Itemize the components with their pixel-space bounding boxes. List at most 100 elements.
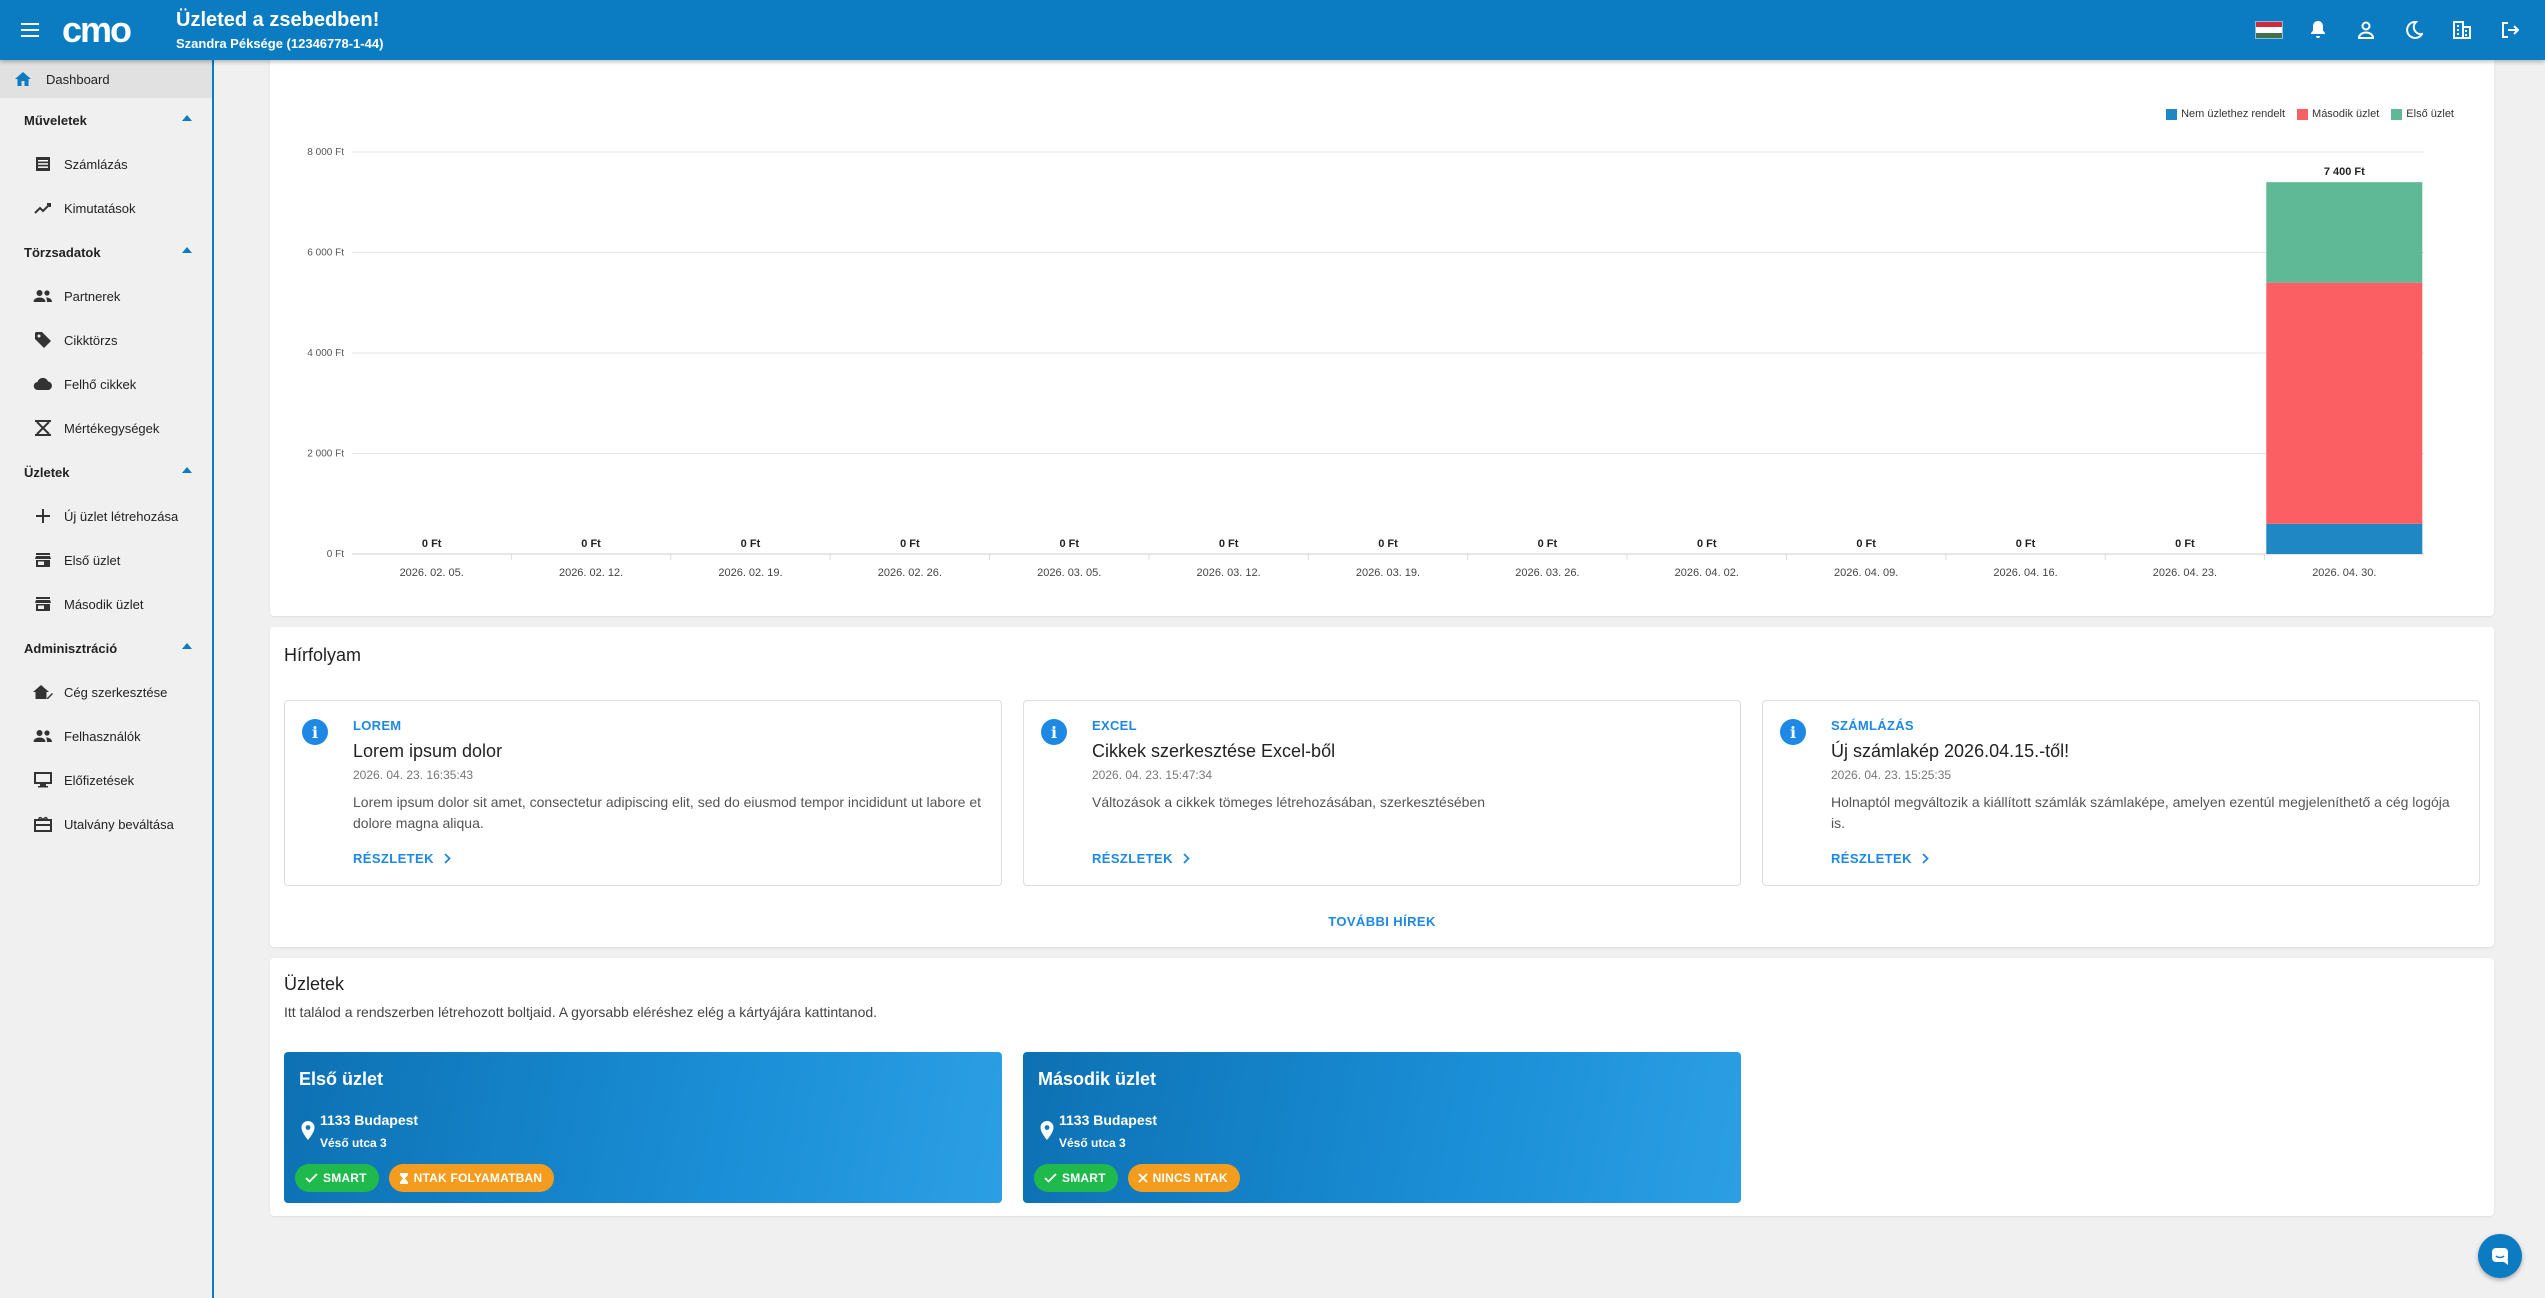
chevron-up-icon [182,247,192,253]
x-tick-label: 2026. 04. 16. [1993,567,2057,579]
store-icon [32,549,54,571]
news-date: 2026. 04. 23. 15:25:35 [1831,768,1952,782]
sidebar-item-kimutatasok[interactable]: Kimutatások [0,186,212,230]
sidebar: Dashboard Műveletek Számlázás Kimutatáso… [0,60,214,1298]
status-badge-ntak: NTAK FOLYAMATBAN [388,1164,555,1192]
x-tick-label: 2026. 02. 26. [878,567,942,579]
news-details-link[interactable]: RÉSZLETEK [353,851,451,866]
app-bar: cmo Üzleted a zsebedben! Szandra Péksége… [0,0,2545,60]
sidebar-item-partnerek[interactable]: Partnerek [0,274,212,318]
chevron-up-icon [182,467,192,473]
news-item: i SZÁMLÁZÁS Új számlakép 2026.04.15.-től… [1762,700,2480,886]
sidebar-section-adminisztracio[interactable]: Adminisztráció [0,626,212,670]
sidebar-item-label: Első üzlet [64,552,121,568]
sidebar-item-label: Felhő cikkek [64,376,137,392]
news-item-title: Lorem ipsum dolor [353,741,503,761]
sidebar-section-uzletek[interactable]: Üzletek [0,450,212,494]
chevron-up-icon [182,115,192,121]
moon-icon[interactable] [2401,17,2427,43]
x-tick-label: 2026. 04. 30. [2312,567,2376,579]
news-item-title: Új számlakép 2026.04.15.-től! [1831,741,2070,761]
store-icon [32,593,54,615]
sidebar-item-cikktorzs[interactable]: Cikktörzs [0,318,212,362]
hungarian-flag[interactable] [2255,21,2283,39]
sidebar-item-dashboard[interactable]: Dashboard [0,60,212,98]
home-edit-icon [32,681,54,703]
badge-label: SMART [1062,1171,1106,1185]
bar-total-label: 7 400 Ft [2324,166,2365,178]
chevron-right-icon [444,853,451,864]
shops-description: Itt találod a rendszerben létrehozott bo… [284,1004,878,1020]
bar-total-label: 0 Ft [1697,538,1717,550]
location-pin-icon [301,1121,315,1140]
y-tick-label: 2 000 Ft [307,449,344,460]
sidebar-item-label: Felhasználók [64,728,141,744]
shop-card-elso-uzlet[interactable]: Első üzlet 1133 Budapest Véső utca 3 SMA… [284,1052,1002,1203]
sidebar-item-utalvany[interactable]: Utalvány beváltása [0,802,212,846]
hourglass-icon [399,1172,408,1184]
x-tick-label: 2026. 04. 23. [2153,567,2217,579]
link-label: RÉSZLETEK [1831,851,1912,866]
sidebar-item-elofizetesek[interactable]: Előfizetések [0,758,212,802]
section-label: Törzsadatok [24,244,101,260]
sidebar-section-torzsadatok[interactable]: Törzsadatok [0,230,212,274]
shop-city: 1133 Budapest [320,1112,419,1128]
chevron-up-icon [182,643,192,649]
sidebar-item-uj-uzlet[interactable]: Új üzlet létrehozása [0,494,212,538]
close-icon [1138,1173,1148,1183]
news-category: EXCEL [1092,718,1137,733]
info-icon: i [1780,719,1806,745]
y-tick-label: 6 000 Ft [307,248,344,259]
sidebar-item-label: Cég szerkesztése [64,684,168,700]
trend-icon [32,197,54,219]
news-details-link[interactable]: RÉSZLETEK [1831,851,1929,866]
info-icon: i [1041,719,1067,745]
bar-total-label: 0 Ft [1538,538,1558,550]
account-icon[interactable] [2353,17,2379,43]
news-date: 2026. 04. 23. 15:47:34 [1092,768,1213,782]
sidebar-item-label: Cikktörzs [64,332,118,348]
bar-segment [2266,282,2423,524]
y-tick-label: 4 000 Ft [307,348,344,359]
chevron-right-icon [1922,853,1929,864]
chat-button[interactable] [2478,1234,2522,1278]
x-tick-label: 2026. 03. 26. [1515,567,1579,579]
app-title: Üzleted a zsebedben! [176,8,380,31]
sidebar-item-label: Számlázás [64,156,128,172]
news-item: i LOREM Lorem ipsum dolor 2026. 04. 23. … [284,700,1002,886]
shop-name: Második üzlet [1038,1069,1157,1089]
sidebar-item-felhasznalok[interactable]: Felhasználók [0,714,212,758]
sidebar-section-muveletek[interactable]: Műveletek [0,98,212,142]
bar-total-label: 0 Ft [2016,538,2036,550]
tag-icon [32,329,54,351]
news-text: Lorem ipsum dolor sit amet, consectetur … [353,794,981,831]
sidebar-item-mertekegysegek[interactable]: Mértékegységek [0,406,212,450]
menu-icon[interactable] [0,0,62,60]
cmo-logo[interactable]: cmo [62,13,162,47]
chevron-right-icon [1183,853,1190,864]
news-details-link[interactable]: RÉSZLETEK [1092,851,1190,866]
x-tick-label: 2026. 02. 12. [559,567,623,579]
more-news-link[interactable]: TOVÁBBI HÍREK [270,914,2494,929]
badge-label: NTAK FOLYAMATBAN [413,1171,543,1185]
cloud-icon [32,373,54,395]
voucher-icon [32,813,54,835]
plus-icon [32,505,54,527]
bar-total-label: 0 Ft [900,538,920,550]
sidebar-item-szamlazas[interactable]: Számlázás [0,142,212,186]
logout-icon[interactable] [2497,17,2523,43]
bar-segment [2266,182,2423,283]
sidebar-item-felho-cikkek[interactable]: Felhő cikkek [0,362,212,406]
bell-icon[interactable] [2305,17,2331,43]
sidebar-item-ceg-szerkesztese[interactable]: Cég szerkesztése [0,670,212,714]
status-badge-smart: SMART [1034,1164,1118,1192]
check-icon [1044,1173,1057,1183]
company-icon[interactable] [2449,17,2475,43]
people-icon [32,285,54,307]
scale-icon [32,417,54,439]
shop-name: Első üzlet [299,1069,384,1089]
sidebar-item-masodik-uzlet[interactable]: Második üzlet [0,582,212,626]
shop-card-masodik-uzlet[interactable]: Második üzlet 1133 Budapest Véső utca 3 … [1023,1052,1741,1203]
news-text: Változások a cikkek tömeges létrehozásáb… [1092,794,1485,810]
sidebar-item-elso-uzlet[interactable]: Első üzlet [0,538,212,582]
